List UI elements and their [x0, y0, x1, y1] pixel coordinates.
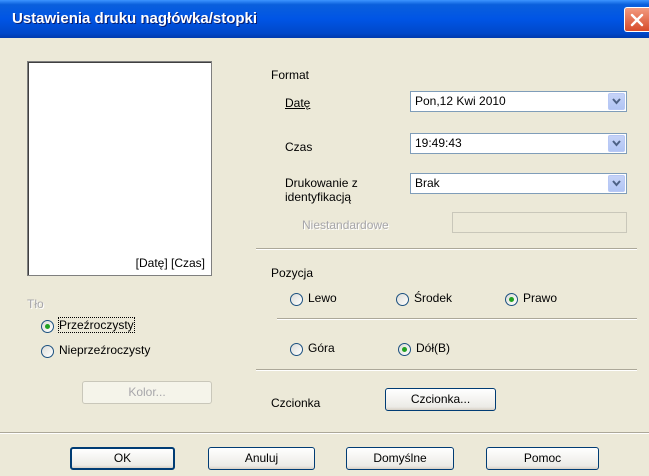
window-title: Ustawienia druku nagłówka/stopki: [12, 10, 258, 27]
footer-divider: [0, 432, 649, 434]
radio-top-label[interactable]: Góra: [308, 341, 335, 355]
help-button[interactable]: Pomoc: [486, 447, 599, 470]
time-dropdown-arrow[interactable]: [608, 135, 625, 152]
preview-label: [Datę] [Czas]: [135, 256, 205, 270]
radio-right-label[interactable]: Prawo: [523, 291, 557, 305]
time-select[interactable]: 19:49:43: [410, 133, 627, 154]
format-heading: Format: [271, 68, 310, 82]
radio-left-label[interactable]: Lewo: [308, 291, 337, 305]
position-heading: Pozycja: [271, 266, 314, 280]
default-button[interactable]: Domyślne: [346, 447, 454, 470]
close-button[interactable]: [624, 7, 649, 32]
date-select[interactable]: Pon,12 Kwi 2010: [410, 91, 627, 112]
close-icon: [630, 13, 644, 27]
divider: [256, 248, 637, 250]
date-dropdown-arrow[interactable]: [608, 93, 625, 110]
custom-input[interactable]: [452, 212, 627, 233]
radio-transparent[interactable]: [41, 320, 54, 333]
chevron-down-icon: [612, 140, 621, 147]
custom-label: Niestandardowe: [302, 218, 389, 232]
radio-transparent-label[interactable]: Przeźroczysty: [58, 317, 135, 333]
title-bar[interactable]: Ustawienia druku nagłówka/stopki: [0, 0, 649, 38]
id-label-line2: identyfikacją: [285, 190, 352, 204]
radio-bottom-label[interactable]: Dół(B): [416, 341, 450, 355]
date-label: Datę: [285, 96, 311, 110]
id-dropdown-arrow[interactable]: [608, 175, 625, 192]
chevron-down-icon: [612, 98, 621, 105]
id-label-line1: Drukowanie z: [285, 176, 358, 190]
divider: [256, 369, 637, 371]
id-select[interactable]: Brak: [410, 173, 627, 194]
time-value: 19:49:43: [415, 136, 462, 150]
cancel-button[interactable]: Anuluj: [208, 447, 315, 470]
radio-center[interactable]: [396, 293, 409, 306]
ok-button[interactable]: OK: [70, 447, 175, 470]
radio-opaque[interactable]: [41, 345, 54, 358]
radio-bottom[interactable]: [398, 343, 411, 356]
color-button[interactable]: Kolor...: [82, 381, 212, 404]
radio-opaque-label[interactable]: Nieprzeźroczysty: [59, 343, 150, 357]
radio-center-label[interactable]: Środek: [414, 291, 452, 305]
divider: [277, 318, 637, 320]
font-label: Czcionka: [271, 396, 321, 410]
chevron-down-icon: [612, 180, 621, 187]
radio-right[interactable]: [505, 293, 518, 306]
background-heading: Tło: [27, 297, 44, 311]
radio-top[interactable]: [290, 343, 303, 356]
date-value: Pon,12 Kwi 2010: [415, 94, 506, 108]
time-label: Czas: [285, 140, 313, 154]
page-preview: [Datę] [Czas]: [27, 61, 212, 276]
radio-left[interactable]: [290, 293, 303, 306]
id-value: Brak: [415, 176, 440, 190]
font-button[interactable]: Czcionka...: [385, 388, 496, 411]
